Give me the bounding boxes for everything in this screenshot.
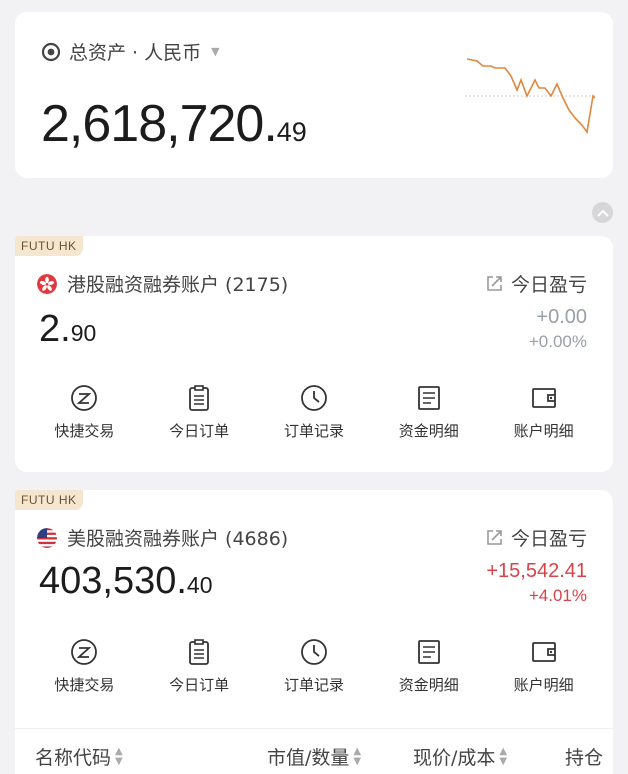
clipboard-icon	[189, 385, 210, 411]
hk-value-int: 2.	[39, 308, 71, 350]
header-price-cost-label: 现价/成本	[413, 747, 496, 769]
share-icon	[487, 530, 502, 545]
order-history-button[interactable]: 订单记录	[264, 384, 364, 441]
hk-account-card[interactable]: 港股融资融券账户 (2175) 今日盈亏 2.90 +0.00 +0.00% 快…	[15, 236, 613, 472]
account-details-label: 账户明细	[513, 422, 574, 440]
today-orders-button[interactable]: 今日订单	[149, 638, 249, 695]
hk-value-dec: 90	[70, 320, 97, 346]
account-details-label: 账户明细	[513, 676, 574, 694]
us-action-bar: 快捷交易 今日订单 订单记录 资金明细 账户明细	[15, 638, 613, 695]
hk-account-title[interactable]: 港股融资融券账户 (2175)	[37, 270, 288, 297]
us-pnl-label[interactable]: 今日盈亏	[486, 524, 587, 551]
us-account-title[interactable]: 美股融资融券账户 (4686)	[37, 524, 288, 551]
order-history-button[interactable]: 订单记录	[264, 638, 364, 695]
us-account-name: 美股融资融券账户 (4686)	[67, 528, 289, 550]
order-history-label: 订单记录	[283, 422, 344, 440]
order-history-label: 订单记录	[283, 676, 344, 694]
header-holding-label: 持仓	[565, 747, 604, 769]
today-orders-label: 今日订单	[169, 422, 230, 440]
share-icon	[487, 276, 502, 291]
us-pnl-text: 今日盈亏	[510, 528, 587, 550]
header-market-value-label: 市值/数量	[267, 747, 350, 769]
fund-details-label: 资金明细	[398, 676, 459, 694]
us-pnl-percent: +4.01%	[528, 586, 587, 605]
caret-down-icon[interactable]: ▼	[211, 45, 219, 58]
total-assets-label[interactable]: 总资产 · 人民币 ▼	[41, 38, 220, 65]
chevron-up-icon	[596, 209, 609, 217]
sort-icon: ▲ ▼	[499, 745, 508, 767]
positions-table-header: 名称代码 ▲ ▼ 市值/数量 ▲ ▼ 现价/成本 ▲ ▼ 持仓	[15, 728, 613, 774]
us-pnl-amount: +15,542.41	[486, 560, 587, 582]
eye-icon[interactable]	[41, 42, 61, 62]
clipboard-icon	[189, 639, 210, 665]
fund-details-label: 资金明细	[398, 422, 459, 440]
quick-trade-button[interactable]: 快捷交易	[34, 384, 134, 441]
quick-trade-label: 快捷交易	[54, 422, 115, 440]
quick-trade-button[interactable]: 快捷交易	[34, 638, 134, 695]
total-assets-card[interactable]: 总资产 · 人民币 ▼ 2,618,720.49	[15, 12, 613, 178]
hong-kong-flag-icon	[37, 273, 57, 294]
us-value-int: 403,530.	[39, 560, 187, 602]
total-assets-int: 2,618,720.	[41, 95, 278, 153]
hk-account-value: 2.90	[39, 308, 96, 351]
today-orders-label: 今日订单	[169, 676, 230, 694]
total-assets-value: 2,618,720.49	[41, 94, 307, 154]
document-icon	[417, 640, 440, 664]
today-orders-button[interactable]: 今日订单	[149, 384, 249, 441]
us-flag-icon	[37, 527, 57, 548]
sparkline-chart[interactable]	[465, 54, 595, 144]
fund-details-button[interactable]: 资金明细	[379, 384, 479, 441]
header-name-code-label: 名称代码	[35, 747, 112, 769]
us-account-value: 403,530.40	[39, 560, 213, 603]
collapse-button[interactable]	[592, 202, 613, 223]
hk-pnl-label[interactable]: 今日盈亏	[486, 270, 587, 297]
sort-icon: ▲ ▼	[115, 745, 123, 767]
quick-trade-icon	[71, 639, 98, 665]
account-details-button[interactable]: 账户明细	[494, 638, 594, 695]
fund-details-button[interactable]: 资金明细	[379, 638, 479, 695]
header-price-cost[interactable]: 现价/成本 ▲ ▼	[413, 743, 507, 770]
account-details-button[interactable]: 账户明细	[494, 384, 594, 441]
clock-icon	[301, 385, 327, 411]
sort-icon: ▲ ▼	[353, 745, 362, 767]
hk-action-bar: 快捷交易 今日订单 订单记录 资金明细 账户明细	[15, 384, 613, 441]
hk-pnl-amount: +0.00	[536, 306, 587, 328]
total-assets-title: 总资产 · 人民币	[69, 42, 202, 64]
header-holding[interactable]: 持仓	[565, 743, 603, 770]
header-name-code[interactable]: 名称代码 ▲ ▼	[35, 743, 123, 770]
wallet-icon	[531, 388, 556, 408]
wallet-icon	[531, 642, 556, 662]
total-assets-dec: 49	[276, 117, 307, 147]
hk-pnl-text: 今日盈亏	[510, 274, 587, 296]
broker-tag: FUTU HK	[15, 490, 83, 510]
quick-trade-icon	[71, 385, 98, 411]
document-icon	[417, 386, 440, 410]
clock-icon	[301, 639, 327, 665]
broker-tag: FUTU HK	[15, 236, 83, 256]
hk-account-name: 港股融资融券账户 (2175)	[67, 274, 289, 296]
header-market-value[interactable]: 市值/数量 ▲ ▼	[267, 743, 361, 770]
hk-pnl-percent: +0.00%	[528, 332, 587, 351]
quick-trade-label: 快捷交易	[54, 676, 115, 694]
us-value-dec: 40	[186, 572, 213, 598]
